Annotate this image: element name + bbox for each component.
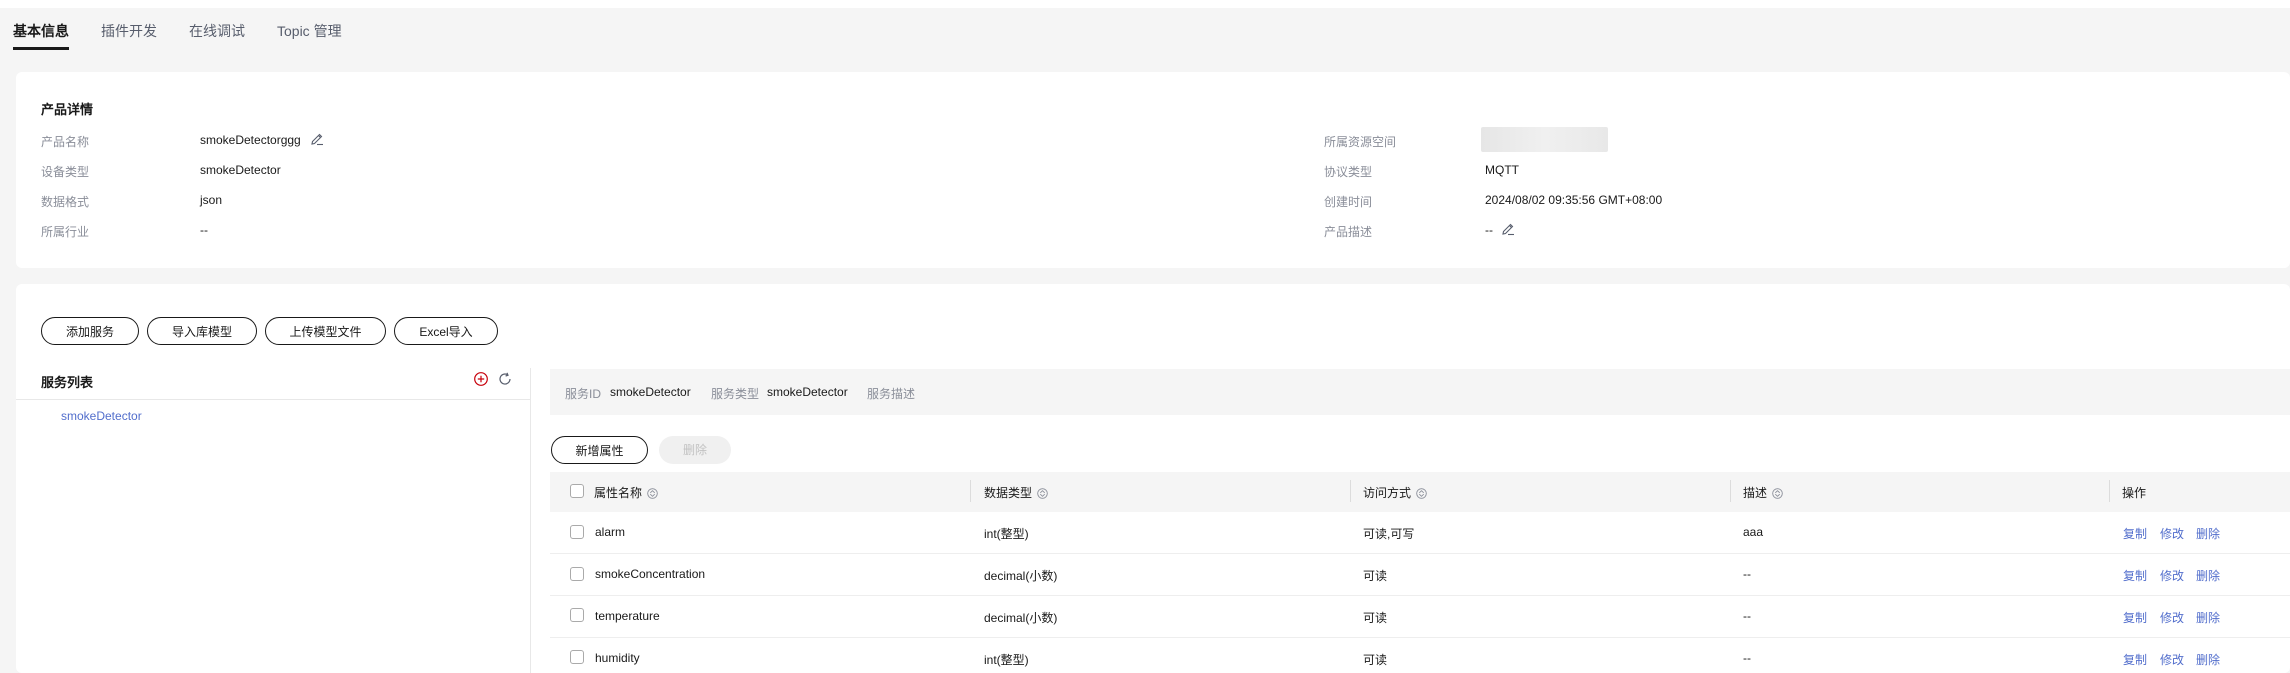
row-data-type: decimal(小数) [984,569,1058,583]
resource-space-label: 所属资源空间 [1324,135,1397,149]
product-details-card [16,72,2290,268]
service-type-label: 服务类型 [711,387,760,401]
select-all-checkbox[interactable] [570,484,584,498]
created-time-value: 2024/08/02 09:35:56 GMT+08:00 [1485,193,1663,207]
service-list-item[interactable]: smokeDetector [61,409,142,423]
row-divider [550,637,2290,638]
delete-link[interactable]: 删除 [2196,651,2220,668]
delete-link[interactable]: 删除 [2196,525,2220,542]
header-data-type[interactable]: 数据类型 [984,484,1048,501]
tab-basic-info[interactable]: 基本信息 [13,21,69,41]
row-property-name: alarm [595,525,626,539]
row-access-mode: 可读 [1363,611,1388,625]
product-name-value: smokeDetectorggg [200,133,301,147]
data-format-label: 数据格式 [41,195,90,209]
copy-link[interactable]: 复制 [2123,525,2147,542]
row-data-type: int(整型) [984,653,1029,667]
row-data-type: int(整型) [984,527,1029,541]
product-description-value: -- [1485,223,1493,237]
column-separator [2109,480,2110,502]
device-type-value: smokeDetector [200,163,281,177]
tab-online-debug[interactable]: 在线调试 [189,21,245,41]
header-property-name[interactable]: 属性名称 [594,484,658,501]
row-divider [550,553,2290,554]
row-property-name: smokeConcentration [595,567,706,581]
add-property-button[interactable]: 新增属性 [551,436,648,464]
edit-link[interactable]: 修改 [2160,651,2184,668]
row-checkbox[interactable] [570,525,584,539]
industry-label: 所属行业 [41,225,90,239]
header-access-mode[interactable]: 访问方式 [1363,484,1427,501]
header-description[interactable]: 描述 [1743,484,1783,501]
header-operations: 操作 [2122,486,2147,500]
column-separator [1350,480,1351,502]
created-time-label: 创建时间 [1324,195,1373,209]
protocol-type-value: MQTT [1485,163,1519,177]
add-service-button[interactable]: 添加服务 [41,317,139,345]
row-divider [550,595,2290,596]
row-property-name: temperature [595,609,660,623]
row-description: -- [1743,651,1751,665]
copy-link[interactable]: 复制 [2123,651,2147,668]
service-list-divider [16,399,530,400]
tab-plugin-dev[interactable]: 插件开发 [101,21,157,41]
sort-icon[interactable] [647,488,658,499]
resource-space-value-redacted [1481,127,1608,152]
service-id-label: 服务ID [565,387,602,401]
row-property-name: humidity [595,651,640,665]
sort-icon[interactable] [1416,488,1427,499]
product-description-label: 产品描述 [1324,225,1373,239]
protocol-type-label: 协议类型 [1324,165,1373,179]
product-details-title: 产品详情 [41,102,94,117]
device-type-label: 设备类型 [41,165,90,179]
column-separator [1730,480,1731,502]
service-id-value: smokeDetector [610,385,691,399]
tab-topic-management[interactable]: Topic 管理 [277,21,342,41]
delete-link[interactable]: 删除 [2196,609,2220,626]
delete-link[interactable]: 删除 [2196,567,2220,584]
row-description: -- [1743,567,1751,581]
active-tab-indicator [13,47,69,50]
edit-description-icon[interactable] [1501,222,1515,236]
edit-link[interactable]: 修改 [2160,525,2184,542]
row-data-type: decimal(小数) [984,611,1058,625]
row-checkbox[interactable] [570,608,584,622]
panel-separator [530,368,531,673]
row-access-mode: 可读,可写 [1363,527,1415,541]
industry-value: -- [200,223,208,237]
service-description-label: 服务描述 [867,387,916,401]
edit-link[interactable]: 修改 [2160,567,2184,584]
edit-product-name-icon[interactable] [310,132,324,146]
copy-link[interactable]: 复制 [2123,609,2147,626]
tabs-bar [0,8,2290,60]
delete-property-button[interactable]: 删除 [659,436,731,464]
edit-link[interactable]: 修改 [2160,609,2184,626]
copy-link[interactable]: 复制 [2123,567,2147,584]
top-strip [0,0,2290,8]
row-checkbox[interactable] [570,650,584,664]
excel-import-button[interactable]: Excel导入 [394,317,498,345]
add-service-icon[interactable] [473,371,489,387]
data-format-value: json [200,193,223,207]
column-separator [970,480,971,502]
import-library-model-button[interactable]: 导入库模型 [147,317,257,345]
refresh-icon[interactable] [497,371,513,387]
product-name-label: 产品名称 [41,135,90,149]
upload-model-file-button[interactable]: 上传模型文件 [265,317,386,345]
row-description: -- [1743,609,1751,623]
row-access-mode: 可读 [1363,653,1388,667]
row-description: aaa [1743,525,1764,539]
service-list-title: 服务列表 [41,375,94,390]
sort-icon[interactable] [1037,488,1048,499]
row-checkbox[interactable] [570,567,584,581]
service-type-value: smokeDetector [767,385,848,399]
row-access-mode: 可读 [1363,569,1388,583]
sort-icon[interactable] [1772,488,1783,499]
